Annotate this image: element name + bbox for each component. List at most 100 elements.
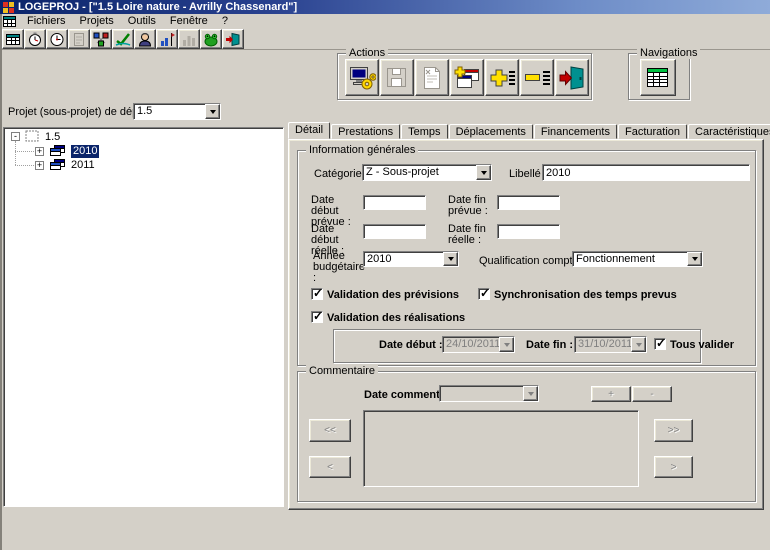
tree-node-root[interactable]: 1.5 bbox=[45, 131, 60, 144]
menu-outils[interactable]: Outils bbox=[121, 14, 163, 28]
tree-root-collapse-toggle[interactable] bbox=[11, 132, 20, 141]
toolbar-table-button[interactable] bbox=[2, 29, 24, 49]
comment-textarea bbox=[363, 410, 639, 487]
plus-list-icon bbox=[488, 65, 516, 91]
tab-deplacements[interactable]: Déplacements bbox=[449, 124, 533, 139]
toolbar-user-button[interactable] bbox=[134, 29, 156, 49]
date-fin-reelle-input[interactable] bbox=[497, 224, 560, 239]
action-add-button[interactable] bbox=[485, 59, 519, 96]
frog-icon bbox=[203, 32, 219, 47]
project-selector-value: 1.5 bbox=[134, 104, 205, 119]
categorie-value: Z - Sous-projet bbox=[363, 165, 476, 180]
qualification-comptable-combo[interactable]: Fonctionnement bbox=[572, 251, 703, 267]
tree-node-2011[interactable]: 2011 bbox=[71, 159, 95, 172]
navigations-group-label: Navigations bbox=[637, 47, 700, 59]
menu-fichiers[interactable]: Fichiers bbox=[20, 14, 73, 28]
synchronisation-temps-checkbox[interactable] bbox=[478, 288, 490, 300]
tab-temps[interactable]: Temps bbox=[401, 124, 447, 139]
navigation-grid-button[interactable] bbox=[640, 59, 676, 96]
libelle-input[interactable] bbox=[542, 164, 750, 181]
project-selector-combo[interactable]: 1.5 bbox=[133, 103, 221, 120]
chevron-down-icon bbox=[210, 110, 216, 114]
planning-stopwatch-icon bbox=[27, 32, 43, 47]
subproject-windows-icon bbox=[49, 144, 66, 157]
dashed-folder-icon bbox=[25, 130, 40, 142]
validation-realisations-checkbox[interactable] bbox=[311, 311, 323, 323]
tab-caracteristiques[interactable]: Caractéristiques bbox=[688, 124, 770, 139]
validation-realisations-label: Validation des réalisations bbox=[327, 312, 465, 324]
validation-date-debut-dropdown-button bbox=[499, 337, 514, 352]
tab-strip: Détail Prestations Temps Déplacements Fi… bbox=[288, 124, 770, 139]
date-debut-prevue-input[interactable] bbox=[363, 195, 426, 210]
navigations-group: Navigations bbox=[628, 53, 690, 100]
validation-date-fin-label: Date fin : bbox=[526, 339, 573, 351]
action-save-button bbox=[380, 59, 414, 96]
child-window-icon[interactable] bbox=[3, 16, 16, 27]
window-left-border bbox=[0, 14, 2, 550]
annee-budgetaire-combo[interactable]: 2010 bbox=[363, 251, 459, 267]
annee-budgetaire-dropdown-button[interactable] bbox=[443, 252, 458, 266]
tab-detail[interactable]: Détail bbox=[288, 122, 330, 139]
actions-group-label: Actions bbox=[346, 47, 388, 59]
menu-help[interactable]: ? bbox=[215, 14, 235, 28]
comment-prev-button: < bbox=[309, 456, 351, 478]
qualification-comptable-dropdown-button[interactable] bbox=[687, 252, 702, 266]
document-x-icon bbox=[418, 65, 446, 91]
date-debut-reelle-input[interactable] bbox=[363, 224, 426, 239]
title-bar: LOGEPROJ - ["1.5 Loire nature - Avrilly … bbox=[0, 0, 770, 14]
categorie-combo[interactable]: Z - Sous-projet bbox=[362, 164, 492, 181]
exit-door-icon bbox=[225, 32, 241, 47]
action-quit-button[interactable] bbox=[555, 59, 589, 96]
chevron-down-icon bbox=[528, 392, 534, 396]
tree-node-2010[interactable]: 2010 bbox=[71, 145, 99, 158]
tree-node-2010-expand-toggle[interactable] bbox=[35, 147, 44, 156]
milestone-flag-icon bbox=[159, 32, 175, 47]
comment-next-button: > bbox=[654, 456, 693, 478]
validate-check-icon bbox=[115, 32, 131, 47]
toolbar-exit-button[interactable] bbox=[222, 29, 244, 49]
table-icon bbox=[5, 32, 21, 47]
toolbar-validate-button[interactable] bbox=[112, 29, 134, 49]
information-generales-label: Information générales bbox=[306, 144, 418, 156]
chart-icon bbox=[181, 32, 197, 47]
validation-date-fin-combo: 31/10/2011 bbox=[574, 336, 647, 353]
app-icon bbox=[3, 2, 14, 13]
validation-dates-box: Date début : 24/10/2011 Date fin : 31/10… bbox=[333, 329, 701, 363]
chevron-down-icon bbox=[448, 257, 454, 261]
validation-previsions-checkbox[interactable] bbox=[311, 288, 323, 300]
toolbar-frog-button[interactable] bbox=[200, 29, 222, 49]
tree-connector bbox=[15, 151, 34, 152]
date-fin-prevue-label: Date finprévue : bbox=[448, 195, 498, 217]
toolbar-chart-button bbox=[178, 29, 200, 49]
validation-date-debut-combo: 24/10/2011 bbox=[442, 336, 515, 353]
toolbar-clock-button[interactable] bbox=[46, 29, 68, 49]
tree-node-2011-expand-toggle[interactable] bbox=[35, 161, 44, 170]
project-tree[interactable]: 1.5 2010 2011 bbox=[3, 127, 284, 507]
tab-financements[interactable]: Financements bbox=[534, 124, 617, 139]
action-validate-button[interactable] bbox=[345, 59, 379, 96]
action-cancel-document-button bbox=[415, 59, 449, 96]
tous-valider-checkbox[interactable] bbox=[654, 338, 666, 350]
chevron-down-icon bbox=[504, 343, 510, 347]
annee-budgetaire-value: 2010 bbox=[364, 252, 443, 266]
date-fin-prevue-input[interactable] bbox=[497, 195, 560, 210]
tab-facturation[interactable]: Facturation bbox=[618, 124, 687, 139]
toolbar-milestone-button[interactable] bbox=[156, 29, 178, 49]
categorie-label: Catégorie : bbox=[314, 168, 368, 180]
action-new-window-button[interactable] bbox=[450, 59, 484, 96]
validation-date-fin-value: 31/10/2011 bbox=[575, 337, 631, 352]
categorie-dropdown-button[interactable] bbox=[476, 165, 491, 180]
floppy-disk-icon bbox=[383, 65, 411, 91]
menu-projets[interactable]: Projets bbox=[73, 14, 121, 28]
toolbar-planning-button[interactable] bbox=[24, 29, 46, 49]
menu-fenetre[interactable]: Fenêtre bbox=[163, 14, 215, 28]
tree-connector bbox=[15, 141, 16, 165]
validation-previsions-label: Validation des prévisions bbox=[327, 289, 459, 301]
tab-prestations[interactable]: Prestations bbox=[331, 124, 400, 139]
project-selector-dropdown-button[interactable] bbox=[205, 104, 220, 119]
action-remove-button[interactable] bbox=[520, 59, 554, 96]
toolbar-network-button[interactable] bbox=[90, 29, 112, 49]
document-icon bbox=[71, 32, 87, 47]
information-generales-group: Information générales Catégorie : Z - So… bbox=[297, 150, 756, 366]
application-window: LOGEPROJ - ["1.5 Loire nature - Avrilly … bbox=[0, 0, 770, 550]
